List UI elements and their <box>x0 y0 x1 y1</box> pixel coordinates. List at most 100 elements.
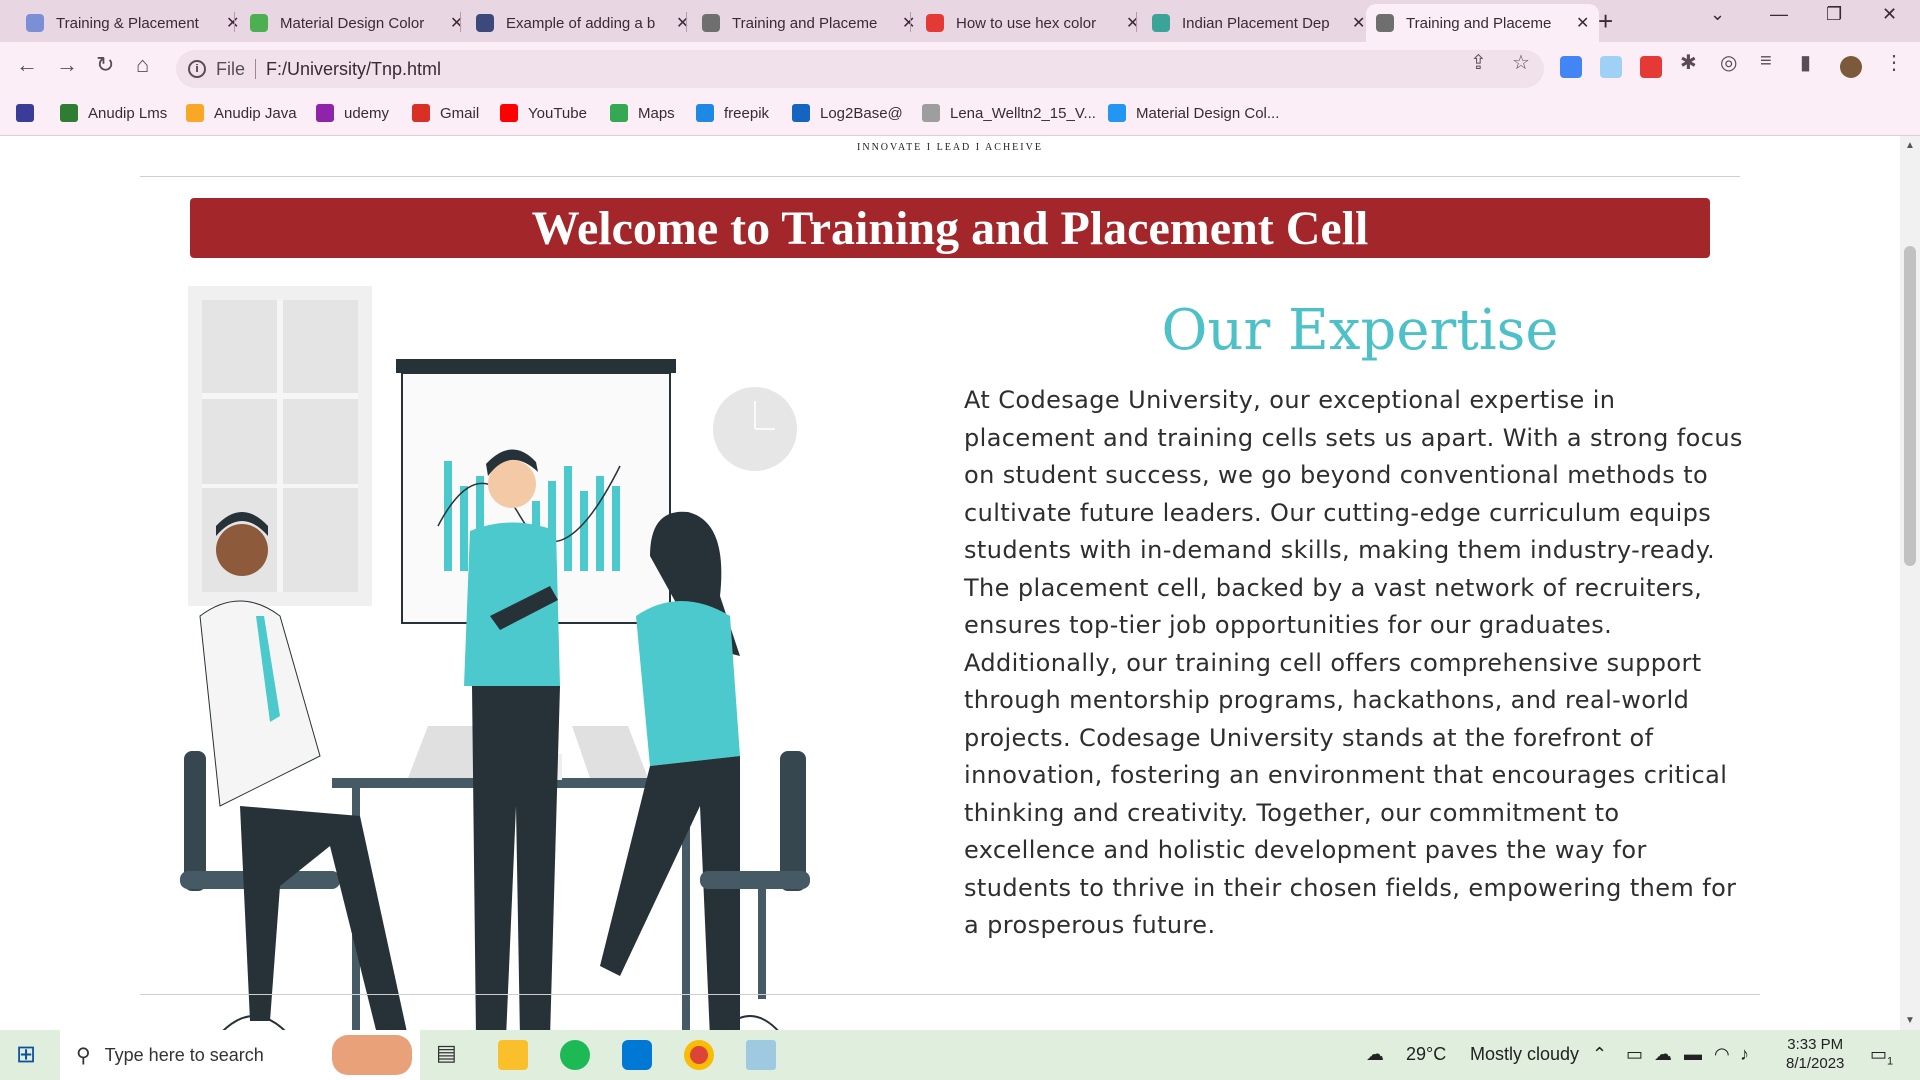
tab-title: How to use hex color <box>956 14 1097 32</box>
browser-tab[interactable]: Training and Placeme ✕ <box>1366 4 1600 42</box>
tab-title: Training and Placeme <box>732 14 878 32</box>
volume-icon[interactable]: ♪ <box>1740 1044 1749 1065</box>
tab-favicon-icon <box>1376 14 1394 32</box>
bookmark-item[interactable]: Anudip Lms <box>60 104 167 122</box>
browser-tab[interactable]: Indian Placement Dep ✕ <box>1142 4 1375 42</box>
right-chair-seat <box>700 871 810 889</box>
tab-favicon-icon <box>476 14 494 32</box>
bookmark-item[interactable]: Material Design Col... <box>1108 104 1279 122</box>
bookmark-favicon-icon <box>16 104 34 122</box>
new-tab-button[interactable]: + <box>1598 6 1613 37</box>
bookmark-item[interactable]: freepik <box>696 104 769 122</box>
bookmark-favicon-icon <box>922 104 940 122</box>
tab-strip: Training & Placement ✕ Material Design Col… <box>0 0 1920 42</box>
tagline: INNOVATE I LEAD I ACHEIVE <box>857 142 1043 153</box>
extension-icon[interactable] <box>1600 56 1622 78</box>
tab-title: Training & Placement <box>56 14 199 32</box>
spotify-icon[interactable] <box>560 1040 590 1070</box>
tab-close-icon[interactable]: ✕ <box>1352 13 1365 33</box>
bookmark-label: Maps <box>638 104 675 122</box>
bookmark-favicon-icon <box>412 104 430 122</box>
browser-tab[interactable]: Material Design Color ✕ <box>240 4 473 42</box>
scroll-up-icon[interactable]: ▲ <box>1905 140 1915 151</box>
tab-close-icon[interactable]: ✕ <box>676 13 689 33</box>
clock-time: 3:33 PM <box>1787 1036 1844 1053</box>
reading-list-icon[interactable]: ≡ <box>1760 50 1772 73</box>
bookmark-item[interactable] <box>16 104 44 122</box>
tab-close-icon[interactable]: ✕ <box>1126 13 1139 33</box>
notification-icon[interactable]: ▭1 <box>1870 1044 1893 1068</box>
share-icon[interactable]: ⇪ <box>1470 50 1487 75</box>
close-window-button[interactable]: ✕ <box>1882 4 1897 25</box>
back-icon[interactable]: ← <box>16 52 38 78</box>
app-icon[interactable] <box>746 1040 776 1070</box>
battery-icon[interactable]: ▬ <box>1684 1044 1702 1065</box>
chrome-icon[interactable] <box>684 1040 714 1070</box>
bookmark-item[interactable]: Lena_Welltn2_15_V... <box>922 104 1096 122</box>
file-explorer-icon[interactable] <box>498 1040 528 1070</box>
windows-taskbar: ⊞ ⚲ Type here to search ▤ ☁ 29°C Mostly … <box>0 1030 1920 1080</box>
tab-close-icon[interactable]: ✕ <box>450 13 463 33</box>
windows-start-icon[interactable]: ⊞ <box>16 1040 46 1070</box>
tab-close-icon[interactable]: ✕ <box>226 13 239 33</box>
tab-separator <box>1136 12 1137 32</box>
vscode-icon[interactable] <box>622 1040 652 1070</box>
bookmark-label: YouTube <box>528 104 587 122</box>
profile-avatar[interactable] <box>1840 56 1862 78</box>
bookmark-item[interactable]: Gmail <box>412 104 479 122</box>
vertical-scrollbar[interactable]: ▲ ▼ <box>1900 136 1920 1030</box>
side-panel-icon[interactable]: ▮ <box>1800 50 1811 75</box>
weather-icon[interactable]: ☁ <box>1366 1044 1384 1065</box>
taskbar-search[interactable]: ⚲ Type here to search <box>60 1030 420 1080</box>
bookmark-label: Anudip Java <box>214 104 297 122</box>
todo-extension-icon[interactable] <box>1640 56 1662 78</box>
bookmark-label: Anudip Lms <box>88 104 168 122</box>
browser-tab[interactable]: Training & Placement ✕ <box>16 4 249 42</box>
home-icon[interactable]: ⌂ <box>136 52 149 78</box>
task-view-icon[interactable]: ▤ <box>436 1040 466 1070</box>
tab-close-icon[interactable]: ✕ <box>1576 13 1589 33</box>
menu-icon[interactable]: ⋮ <box>1884 50 1904 75</box>
bookmark-item[interactable]: Log2Base@ <box>792 104 903 122</box>
address-bar[interactable]: i File F:/University/Tnp.html <box>176 50 1544 88</box>
bookmark-item[interactable]: udemy <box>316 104 389 122</box>
tab-favicon-icon <box>702 14 720 32</box>
bookmark-item[interactable]: YouTube <box>500 104 587 122</box>
browser-tab[interactable]: How to use hex color ✕ <box>916 4 1149 42</box>
forward-icon[interactable]: → <box>56 52 78 78</box>
translate-extension-icon[interactable] <box>1560 56 1582 78</box>
address-separator <box>255 59 257 79</box>
reload-icon[interactable]: ↻ <box>96 52 114 78</box>
scrollbar-thumb[interactable] <box>1904 246 1916 566</box>
address-url[interactable]: F:/University/Tnp.html <box>266 59 441 80</box>
clock-date: 8/1/2023 <box>1786 1055 1845 1072</box>
team-meeting-illustration <box>180 286 820 1053</box>
scroll-down-icon[interactable]: ▼ <box>1905 1015 1915 1026</box>
bookmark-star-icon[interactable]: ☆ <box>1512 50 1530 75</box>
page-content: INNOVATE I LEAD I ACHEIVE Welcome to Tra… <box>0 136 1920 1053</box>
minimize-button[interactable]: — <box>1770 4 1788 25</box>
bookmark-label: Gmail <box>440 104 480 122</box>
onedrive-icon[interactable]: ☁ <box>1654 1044 1672 1065</box>
bookmark-item[interactable]: Anudip Java <box>186 104 297 122</box>
site-info-icon[interactable]: i <box>188 60 206 78</box>
wifi-icon[interactable]: ◠ <box>1714 1044 1730 1065</box>
meet-now-icon[interactable]: ▭ <box>1626 1044 1643 1065</box>
sync-icon[interactable]: ◎ <box>1720 50 1737 75</box>
bookmark-favicon-icon <box>696 104 714 122</box>
bookmark-item[interactable]: Maps <box>610 104 675 122</box>
bookmark-favicon-icon <box>316 104 334 122</box>
browser-tab[interactable]: Example of adding a b ✕ <box>466 4 699 42</box>
extensions-puzzle-icon[interactable]: ✱ <box>1680 50 1697 75</box>
maximize-button[interactable]: ❐ <box>1826 4 1842 25</box>
weather-temp[interactable]: 29°C <box>1406 1044 1446 1065</box>
clock[interactable]: 3:33 PM 8/1/2023 <box>1786 1036 1844 1072</box>
woman-top <box>636 601 740 766</box>
tab-close-icon[interactable]: ✕ <box>902 13 915 33</box>
expertise-paragraph: At Codesage University, our exceptional … <box>964 386 1743 939</box>
weather-text[interactable]: Mostly cloudy <box>1470 1044 1579 1065</box>
show-hidden-icons[interactable]: ⌃ <box>1592 1044 1607 1065</box>
tab-favicon-icon <box>26 14 44 32</box>
browser-tab[interactable]: Training and Placeme ✕ <box>692 4 925 42</box>
tab-search-icon[interactable]: ⌄ <box>1710 4 1725 25</box>
